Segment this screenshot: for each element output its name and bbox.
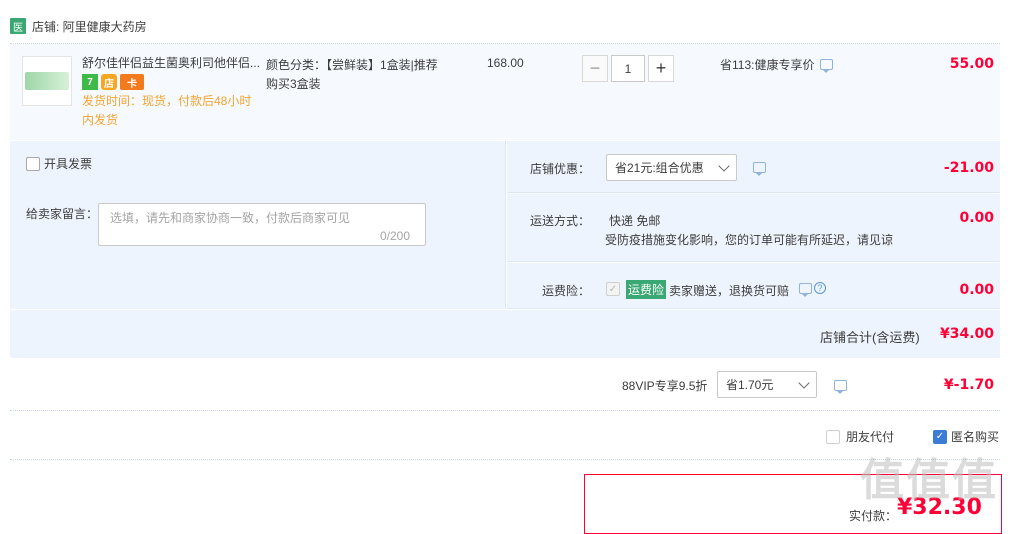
insurance-checkbox: ✓: [606, 282, 620, 296]
friend-pay-option[interactable]: 朋友代付: [826, 428, 894, 445]
insurance-row: 运费险： ✓ 运费险 卖家赠送，退换货可赔 ? 0.00: [507, 263, 1000, 309]
comment-icon[interactable]: [820, 59, 834, 73]
comment-icon[interactable]: [834, 380, 847, 394]
insurance-desc: 卖家赠送，退换货可赔: [669, 284, 790, 298]
vip-discount-select[interactable]: 省1.70元: [717, 371, 817, 398]
shop-name[interactable]: 店铺: 阿里健康大药房: [32, 18, 147, 35]
shipping-row: 运送方式： 快递 免邮 受防疫措施变化影响，您的订单可能有所延迟，请见谅 0.0…: [507, 194, 1000, 262]
message-placeholder: 选填，请先和商家协商一致，付款后商家可见: [110, 211, 351, 225]
item-promo: 省113:健康专享价: [720, 56, 834, 73]
promo-text: 省113:健康专享价: [720, 58, 815, 72]
product-thumbnail[interactable]: [22, 56, 72, 106]
shipping-amount: 0.00: [959, 210, 994, 226]
shop-discount-select[interactable]: 省21元:组合优惠: [606, 154, 737, 181]
pricing-panel: 店铺优惠： 省21元:组合优惠 -21.00 运送方式： 快递 免邮 受防疫措施…: [507, 141, 1000, 309]
insurance-tag: 运费险: [626, 280, 667, 299]
divider: [10, 459, 1000, 460]
qty-minus-button[interactable]: −: [582, 55, 608, 82]
shop-discount-amount: -21.00: [943, 160, 994, 176]
shipping-label: 运送方式：: [530, 214, 591, 228]
product-spec: 颜色分类：【尝鲜装】1盒装|推荐购买3盒装: [266, 58, 438, 91]
message-char-count: 0/200: [380, 229, 411, 243]
shop-discount-value: 省21元:组合优惠: [615, 161, 704, 175]
friend-pay-checkbox[interactable]: [826, 429, 840, 444]
subtotal-label: 店铺合计(含运费): [820, 330, 920, 345]
watermark: 值值值: [860, 456, 998, 505]
subtotal-amount: ¥34.00: [939, 326, 994, 342]
anonymous-option[interactable]: ✓ 匿名购买: [933, 428, 999, 445]
insurance-amount: 0.00: [959, 282, 994, 298]
help-icon[interactable]: ?: [814, 282, 826, 294]
vip-discount-value: 省1.70元: [726, 378, 774, 392]
unit-price: 168.00: [487, 56, 524, 70]
invoice-label: 开具发票: [44, 157, 93, 171]
seven-day-return-icon: 7: [82, 74, 98, 90]
item-total: 55.00: [949, 56, 994, 72]
shop-discount-label: 店铺优惠：: [530, 162, 591, 176]
invoice-option[interactable]: 开具发票: [26, 155, 92, 172]
vip-label: 88VIP专享9.5折: [622, 379, 708, 393]
qty-input[interactable]: 1: [611, 55, 645, 82]
quantity-stepper: − 1 +: [582, 55, 674, 82]
anonymous-label: 匿名购买: [951, 430, 1000, 444]
shop-badge-icon: 医: [10, 18, 26, 34]
service-badges: 7 店 卡: [82, 74, 144, 90]
product-title[interactable]: 舒尔佳伴侣益生菌奥利司他伴侣...: [82, 55, 262, 71]
message-label: 给卖家留言：: [26, 207, 99, 221]
shop-header: 医 店铺: 阿里健康大药房: [10, 16, 147, 36]
store-guarantee-icon: 店: [101, 74, 117, 90]
payment-label: 实付款：: [849, 509, 898, 523]
shop-subtotal-bar: 店铺合计(含运费) ¥34.00: [10, 310, 1000, 358]
anonymous-checkbox[interactable]: ✓: [933, 429, 947, 444]
qty-plus-button[interactable]: +: [648, 55, 674, 82]
comment-icon[interactable]: [753, 162, 766, 176]
vip-amount: ¥-1.70: [943, 377, 994, 393]
card-payment-icon: 卡: [120, 74, 144, 90]
chevron-down-icon: [718, 159, 730, 172]
shipping-note: 受防疫措施变化影响，您的订单可能有所延迟，请见谅: [605, 233, 894, 247]
delivery-time: 发货时间：现货，付款后48小时内发货: [82, 94, 252, 127]
friend-pay-label: 朋友代付: [846, 430, 895, 444]
shop-discount-row: 店铺优惠： 省21元:组合优惠 -21.00: [507, 141, 1000, 193]
shipping-method: 快递 免邮: [609, 214, 661, 228]
invoice-checkbox[interactable]: [26, 156, 40, 171]
divider: [10, 410, 1000, 411]
chevron-down-icon: [798, 376, 810, 389]
comment-icon[interactable]: [799, 283, 812, 297]
vip-discount-row: 88VIP专享9.5折 省1.70元 ¥-1.70: [10, 360, 1000, 410]
insurance-label: 运费险：: [542, 284, 591, 298]
